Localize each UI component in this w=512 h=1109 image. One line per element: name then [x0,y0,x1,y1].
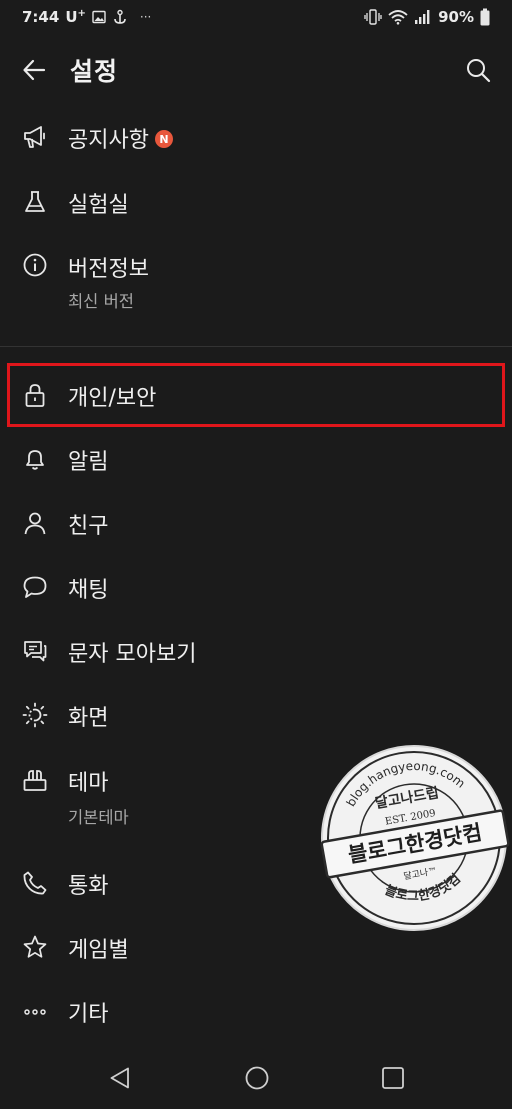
nav-back-button[interactable] [106,1063,136,1093]
menu-item-version-info[interactable]: 버전정보 최신 버전 [0,240,512,320]
menu-item-notice[interactable]: 공지사항 N [0,112,512,162]
menu-item-label: 문자 모아보기 [68,642,197,667]
search-button[interactable] [462,54,494,86]
nav-recents-icon [382,1067,404,1089]
carrier-label: U+ [65,8,86,26]
menu-item-label: 통화 [68,874,109,899]
nav-home-button[interactable] [242,1063,272,1093]
person-icon [22,510,48,536]
info-icon [22,252,48,278]
anchor-notification-icon [112,9,128,25]
menu-item-label: 게임별 [68,938,129,963]
menu-item-label: 버전정보 [68,257,149,282]
menu-item-friends[interactable]: 친구 [0,498,512,548]
more-dots-icon [22,998,48,1024]
page-title: 설정 [70,57,119,86]
menu-item-notifications[interactable]: 알림 [0,434,512,484]
bell-icon [22,446,48,472]
menu-item-label: 기타 [68,1002,109,1027]
status-bar: 7:44 U+ ··· 90% [0,0,512,34]
chat-bubble-icon [22,574,48,600]
menu-item-label: 테마 [68,771,109,796]
more-notifications-indicator: ··· [139,10,152,24]
flask-icon [22,189,48,215]
menu-item-sublabel: 최신 버전 [68,292,134,311]
menu-item-label: 알림 [68,450,109,475]
section-divider [0,346,512,347]
menu-item-label: 공지사항 [68,128,149,153]
phone-icon [22,870,48,896]
nav-home-icon [245,1066,269,1090]
nav-recents-button[interactable] [378,1063,408,1093]
theme-brush-icon [22,768,48,794]
wifi-icon [388,9,408,25]
new-badge: N [154,130,173,148]
nav-back-icon [110,1067,129,1089]
signal-icon [414,9,432,25]
menu-item-display[interactable]: 화면 [0,690,512,740]
gallery-notification-icon [92,10,106,24]
menu-item-sublabel: 기본테마 [68,808,129,827]
back-button[interactable] [18,54,50,86]
status-time: 7:44 [22,8,60,26]
menu-item-label: 친구 [68,514,109,539]
battery-icon [480,8,490,26]
search-icon [467,59,491,83]
brightness-icon [22,702,48,728]
highlight-box [7,363,505,427]
star-icon [22,934,48,960]
app-header: 설정 [0,34,512,104]
system-navigation-bar [0,1045,512,1109]
back-arrow-icon [23,59,46,81]
message-collection-icon [22,638,48,664]
megaphone-icon [22,124,48,150]
menu-item-chats[interactable]: 채팅 [0,562,512,612]
menu-item-label: 화면 [68,706,109,731]
menu-item-label: 실험실 [68,193,129,218]
menu-item-lab[interactable]: 실험실 [0,176,512,226]
menu-item-etc[interactable]: 기타 [0,986,512,1036]
menu-item-label: 채팅 [68,578,109,603]
vibrate-icon [364,9,382,25]
battery-percent: 90% [438,8,474,26]
watermark-stamp: blog.hangyeong.com 달고나드립 EST. 2009 블로그한경… [316,740,512,936]
menu-item-message-collection[interactable]: 문자 모아보기 [0,626,512,676]
